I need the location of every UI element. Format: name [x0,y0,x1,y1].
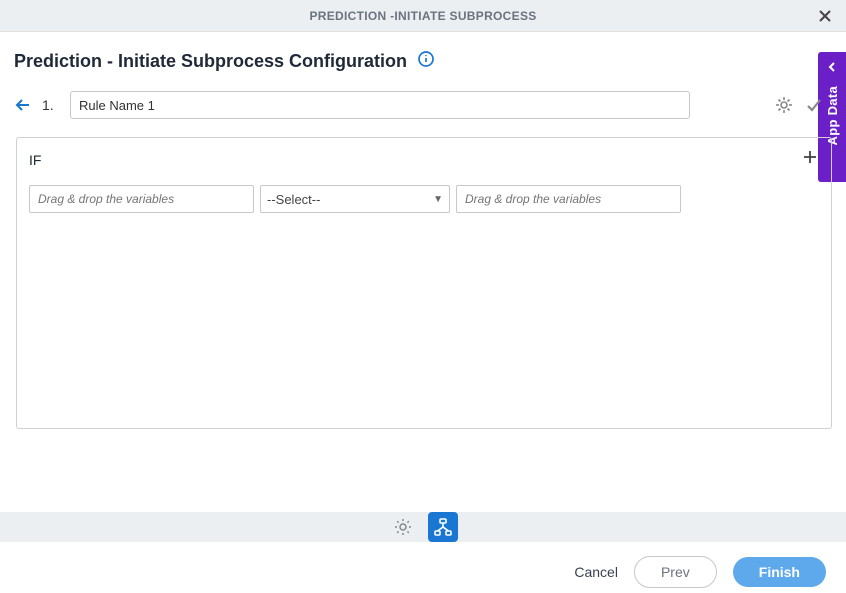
rule-number: 1. [42,97,60,113]
workflow-tool-button[interactable] [428,512,458,542]
right-variable-drop[interactable] [456,185,681,213]
condition-row: --Select-- ▼ [29,185,819,213]
settings-tool-button[interactable] [388,512,418,542]
checkmark-icon[interactable] [804,95,824,115]
operator-select[interactable]: --Select-- ▼ [260,185,450,213]
close-button[interactable] [816,7,834,25]
chevron-down-icon: ▼ [433,194,443,205]
info-icon[interactable] [417,50,435,73]
cancel-button[interactable]: Cancel [574,564,618,580]
rule-name-input[interactable] [70,91,690,119]
bottom-toolbar [0,512,846,542]
operator-select-value: --Select-- [267,192,320,207]
back-button[interactable] [14,96,32,114]
if-label: IF [29,152,41,168]
rule-actions [774,95,832,115]
content-area: Prediction - Initiate Subprocess Configu… [0,32,846,502]
left-variable-drop[interactable] [29,185,254,213]
footer: Cancel Prev Finish [0,542,846,593]
if-panel: IF --Select-- ▼ [16,137,832,429]
page-title-row: Prediction - Initiate Subprocess Configu… [14,50,832,73]
plus-icon [801,148,819,166]
gear-icon [393,517,413,537]
rule-header-row: 1. [14,91,832,119]
add-condition-button[interactable] [801,148,819,171]
workflow-icon [433,517,453,537]
close-icon [817,8,833,24]
magic-wand-icon[interactable] [774,95,794,115]
if-header: IF [29,148,819,171]
page-title: Prediction - Initiate Subprocess Configu… [14,51,407,72]
prev-button[interactable]: Prev [634,556,717,588]
finish-button[interactable]: Finish [733,557,826,587]
header-title: PREDICTION -INITIATE SUBPROCESS [309,9,536,23]
header-bar: PREDICTION -INITIATE SUBPROCESS [0,0,846,32]
